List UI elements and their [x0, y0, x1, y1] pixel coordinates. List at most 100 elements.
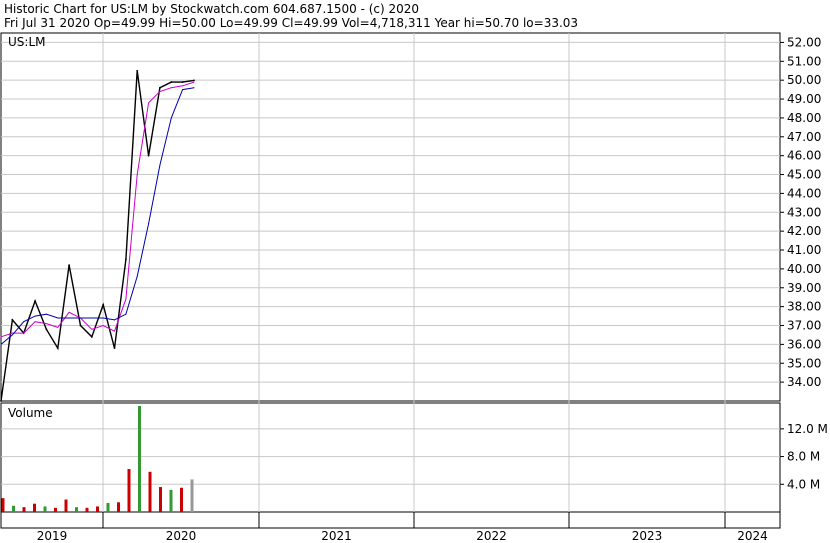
year-label: 2024	[737, 529, 768, 543]
price-point	[170, 87, 172, 89]
volume-bar	[138, 406, 141, 512]
price-point	[11, 334, 13, 336]
price-point	[125, 313, 127, 315]
price-tick-label: 48.00	[787, 111, 821, 125]
price-point	[193, 87, 195, 89]
price-tick-label: 50.00	[787, 73, 821, 87]
year-label: 2021	[321, 529, 352, 543]
volume-bar	[1, 498, 5, 512]
price-tick-label: 44.00	[787, 186, 821, 200]
price-point	[136, 275, 138, 277]
price-point	[91, 317, 93, 319]
price-tick-label: 37.00	[787, 319, 821, 333]
price-point	[102, 303, 105, 306]
price-point	[91, 328, 93, 330]
volume-bar	[180, 487, 183, 512]
price-point	[45, 328, 48, 331]
price-point	[23, 321, 25, 323]
price-point	[136, 69, 139, 72]
moving-average-slow-line	[0, 87, 195, 345]
price-point	[34, 315, 36, 317]
price-point	[148, 102, 150, 104]
price-tick-label: 51.00	[787, 54, 821, 68]
price-point	[23, 332, 25, 334]
volume-bar	[169, 489, 173, 512]
price-point	[0, 336, 2, 338]
chart-svg: 52.00 51.00 50.00 49.00 48.00 47.00 46.00 45.00…	[0, 32, 828, 543]
price-tick-label: 43.00	[787, 205, 821, 219]
volume-bar	[64, 499, 68, 512]
price-point	[102, 325, 104, 327]
volume-bar	[190, 479, 194, 512]
price-point	[147, 154, 150, 157]
volume-bar	[75, 507, 78, 512]
year-label: 2022	[476, 529, 507, 543]
price-tick-label: 42.00	[787, 224, 821, 238]
year-label: 2020	[166, 529, 197, 543]
price-point	[79, 317, 81, 319]
volume-tick-label: 12.0 M	[787, 422, 828, 436]
volume-bar	[117, 502, 120, 512]
price-point	[114, 330, 116, 332]
price-point	[57, 326, 59, 328]
price-tick-label: 52.00	[787, 35, 821, 49]
volume-bar	[33, 503, 36, 512]
price-tick-label: 34.00	[787, 375, 821, 389]
price-point	[34, 321, 36, 323]
price-panel-frame	[0, 32, 781, 402]
price-point	[57, 317, 59, 319]
volume-bar	[148, 471, 152, 512]
volume-bar	[85, 507, 89, 512]
price-tick-label: 41.00	[787, 243, 821, 257]
volume-bar	[106, 502, 110, 512]
symbol-label: US:LM	[8, 35, 45, 49]
price-tick-label: 45.00	[787, 168, 821, 182]
volume-bar	[43, 506, 47, 512]
moving-average-fast-line	[0, 81, 195, 338]
price-point	[182, 85, 184, 87]
price-point	[159, 86, 161, 89]
price-point	[181, 81, 184, 83]
year-label: 2019	[37, 529, 68, 543]
price-line	[0, 70, 195, 402]
volume-bar	[127, 469, 131, 512]
price-point	[102, 317, 104, 319]
volume-label: Volume	[8, 406, 53, 420]
price-tick-label: 35.00	[787, 356, 821, 370]
price-point	[45, 323, 47, 325]
volume-bar	[22, 507, 26, 512]
price-point	[124, 258, 127, 261]
price-point	[136, 174, 138, 176]
price-point	[90, 335, 93, 338]
price-point	[56, 347, 59, 350]
price-point	[182, 89, 184, 91]
volume-bar	[12, 505, 15, 512]
price-point	[68, 317, 70, 319]
price-point	[11, 318, 14, 321]
stockwatch-chart: Historic Chart for US:LM by Stockwatch.c…	[0, 0, 830, 543]
volume-bar	[159, 487, 162, 512]
price-tick-label: 49.00	[787, 92, 821, 106]
price-point	[68, 311, 70, 313]
price-point	[79, 324, 82, 327]
price-tick-label: 40.00	[787, 262, 821, 276]
price-point	[45, 313, 47, 315]
price-point	[0, 343, 2, 345]
price-point	[114, 319, 116, 321]
price-point	[159, 91, 161, 93]
price-point	[193, 81, 195, 83]
volume-bar	[54, 507, 57, 512]
volume-bar	[96, 506, 99, 512]
price-point	[11, 332, 13, 334]
price-point	[170, 117, 172, 119]
price-point	[148, 223, 150, 225]
price-point	[159, 164, 161, 166]
price-tick-label: 38.00	[787, 300, 821, 314]
volume-tick-label: 8.0 M	[787, 450, 820, 464]
price-tick-label: 36.00	[787, 337, 821, 351]
price-point	[68, 264, 71, 267]
time-axis-frame	[0, 511, 781, 529]
price-tick-label: 39.00	[787, 281, 821, 295]
year-label: 2023	[632, 529, 663, 543]
volume-panel-frame	[0, 402, 781, 513]
